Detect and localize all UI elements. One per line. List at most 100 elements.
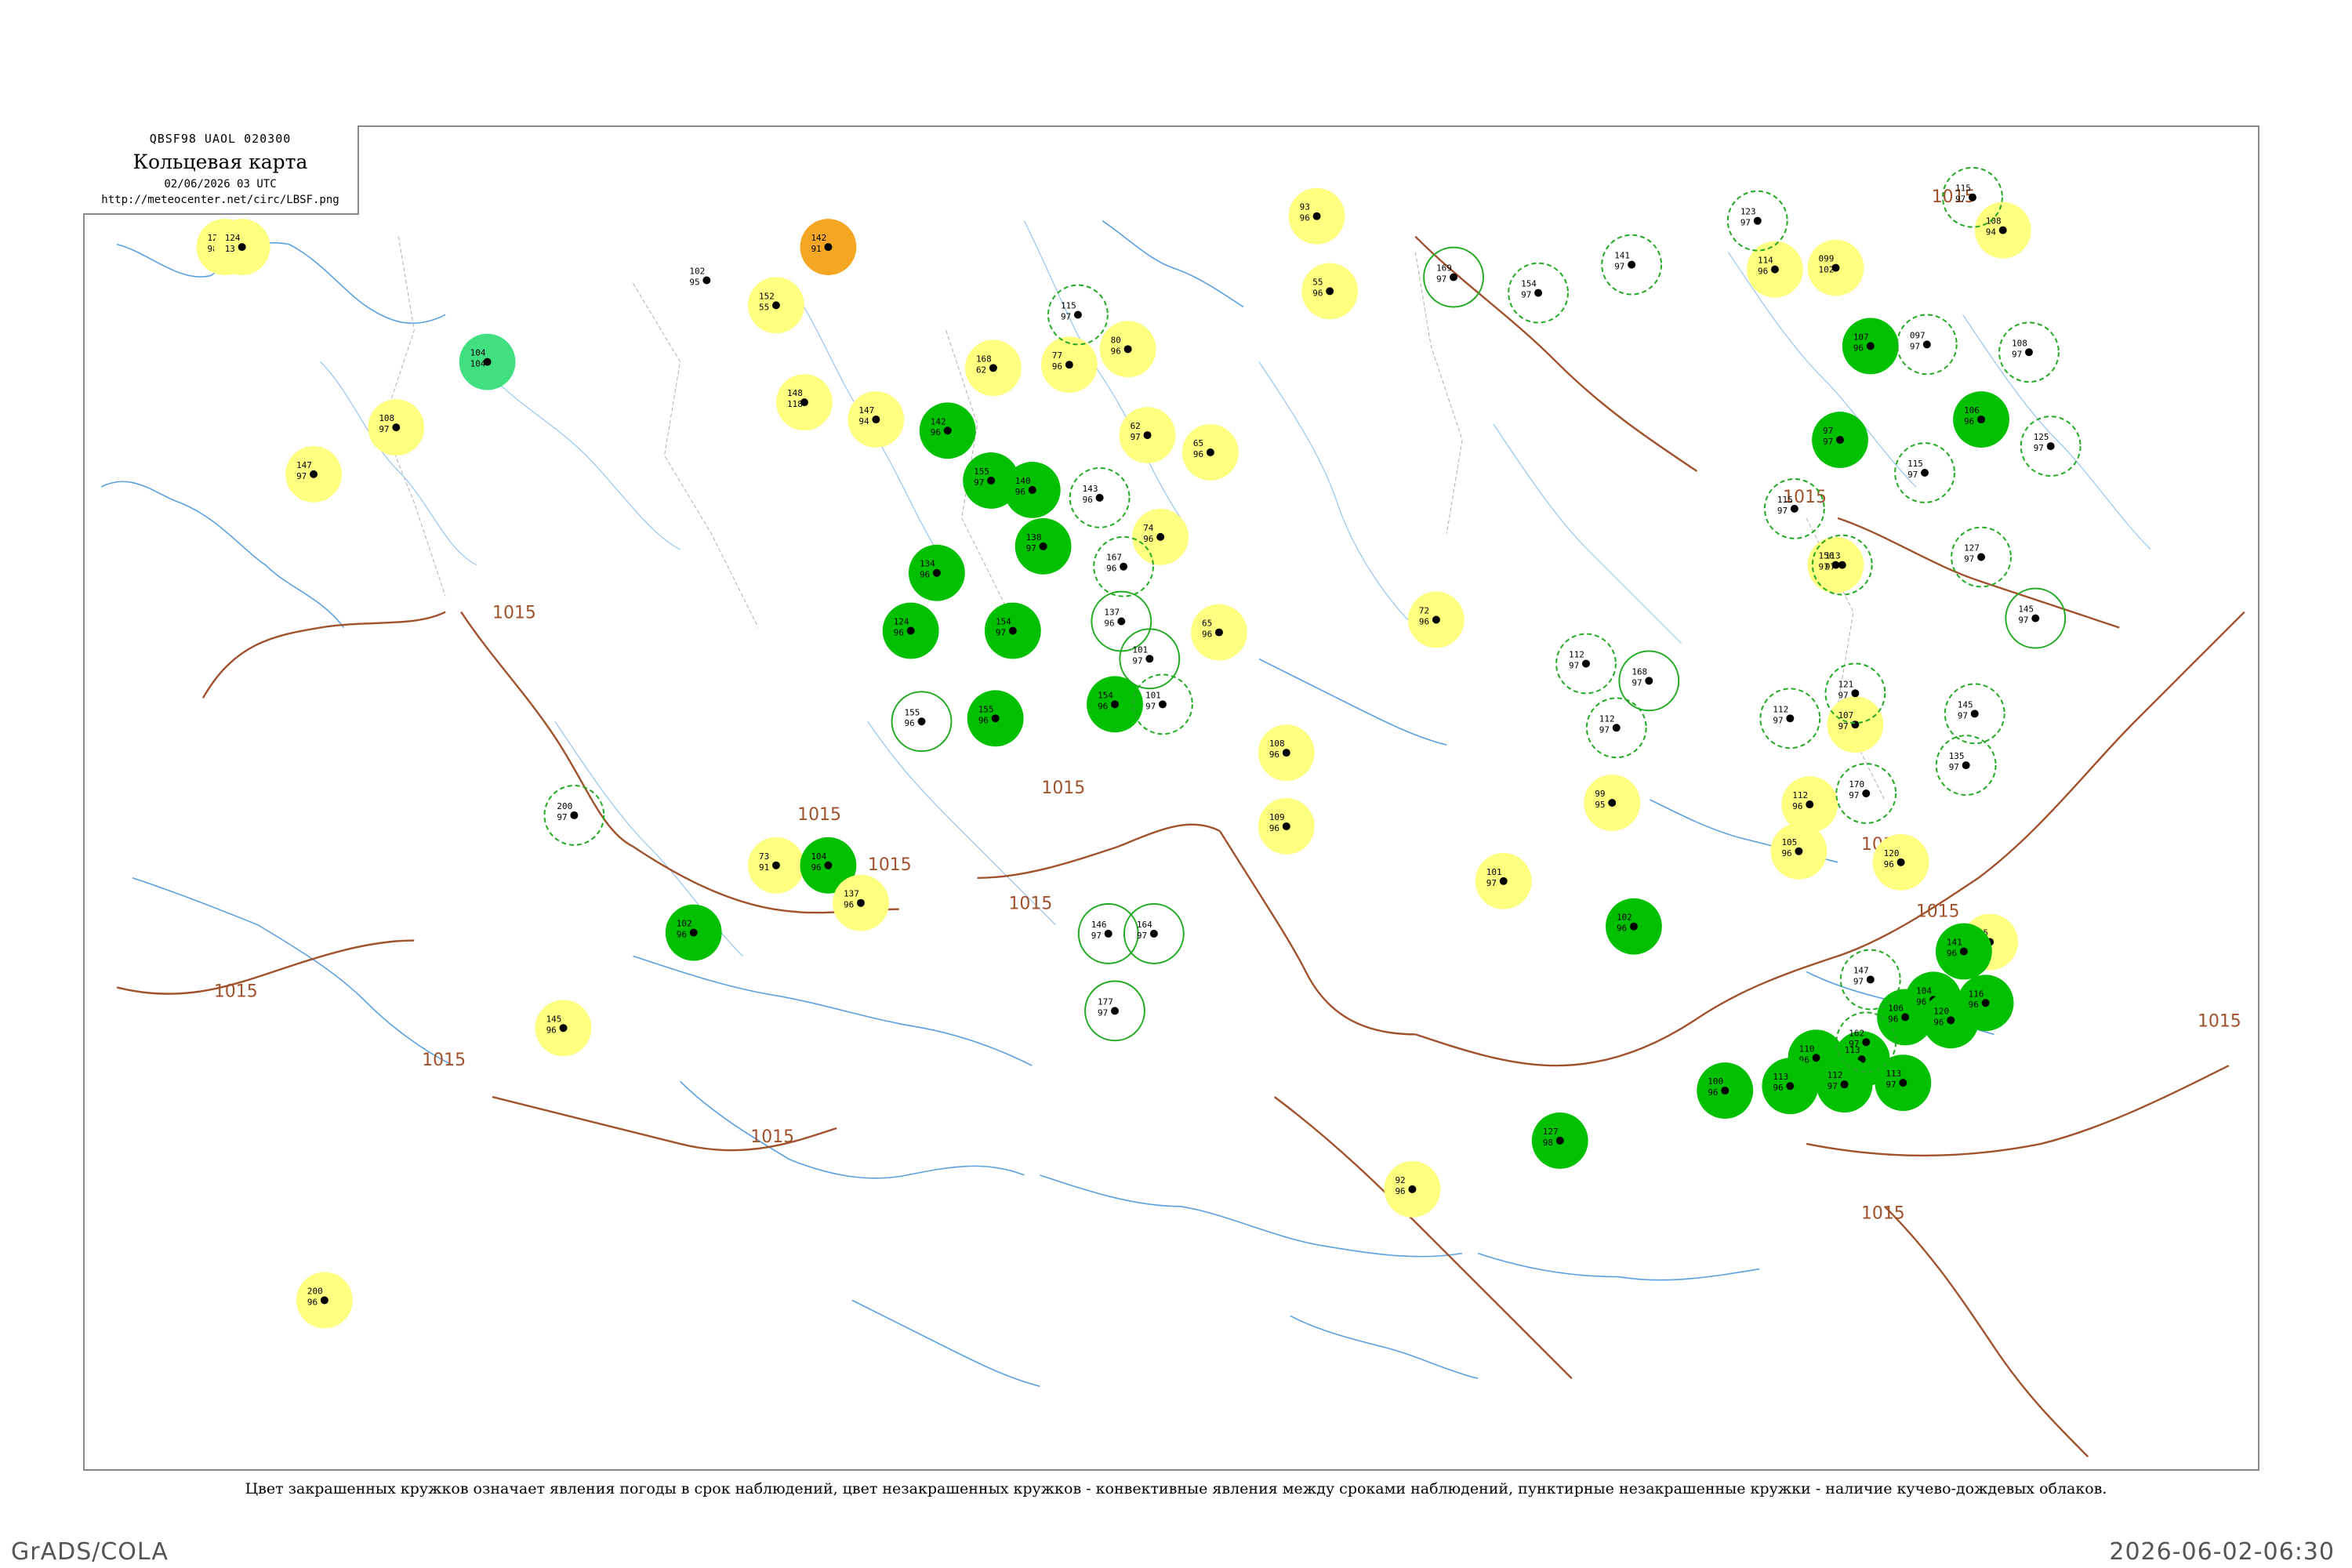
station-ring: 7496 bbox=[1132, 508, 1189, 565]
station-dot bbox=[1326, 287, 1334, 296]
station-value: 167 bbox=[1106, 553, 1122, 563]
station-dot bbox=[702, 276, 711, 285]
station-value: 97 bbox=[1061, 311, 1071, 321]
station-value: 164 bbox=[1137, 920, 1152, 930]
station-value: 96 bbox=[1143, 534, 1153, 544]
station-ring: 17797 bbox=[1084, 980, 1145, 1042]
station-value: 155 bbox=[978, 704, 994, 714]
station-value: 97 bbox=[1026, 543, 1036, 554]
station-value: 135 bbox=[1949, 751, 1965, 761]
station-value: 123 bbox=[1740, 207, 1756, 217]
station-value: 97 bbox=[1436, 274, 1446, 285]
station-ring: 15497 bbox=[1508, 262, 1569, 324]
station-ring: 5596 bbox=[1301, 263, 1359, 320]
station-dot bbox=[1862, 1038, 1871, 1047]
station-dot bbox=[1408, 1185, 1417, 1193]
station-value: 92 bbox=[1395, 1175, 1405, 1185]
station-value: 62 bbox=[1131, 421, 1141, 431]
station-value: 102 bbox=[689, 267, 705, 277]
station-dot bbox=[1432, 615, 1440, 624]
station-value: 99 bbox=[1595, 789, 1605, 799]
station-ring: 10296 bbox=[1605, 898, 1662, 955]
station-value: 127 bbox=[1543, 1127, 1559, 1137]
station-dot bbox=[1851, 689, 1860, 698]
station-ring: 17097 bbox=[1835, 763, 1897, 824]
station-ring: 11297 bbox=[1816, 1056, 1873, 1113]
station-value: 147 bbox=[1853, 965, 1869, 975]
isobar-label: 1015 bbox=[1008, 895, 1052, 914]
station-ring: 10197 bbox=[1475, 852, 1532, 909]
station-value: 145 bbox=[1958, 699, 1973, 710]
station-value: 113 bbox=[1825, 551, 1841, 561]
legend-caption: Цвет закрашенных кружков означает явлени… bbox=[245, 1480, 2107, 1497]
station-value: 145 bbox=[546, 1014, 562, 1024]
station-ring: 6596 bbox=[1181, 424, 1239, 481]
station-dot bbox=[1962, 761, 1970, 770]
station-ring: 14597 bbox=[2005, 587, 2067, 649]
station-ring: 10696 bbox=[1953, 391, 2009, 448]
station-ring: 9797 bbox=[1812, 412, 1868, 468]
station-value: 113 bbox=[1886, 1069, 1901, 1079]
station-ring: 13796 bbox=[1091, 590, 1152, 652]
station-dot bbox=[1786, 714, 1795, 723]
station-value: 104 bbox=[811, 851, 826, 862]
station-ring: 13597 bbox=[1935, 735, 1997, 796]
station-dot bbox=[1111, 700, 1119, 709]
station-ring: 14197 bbox=[1601, 234, 1663, 296]
station-dot bbox=[1629, 922, 1638, 931]
bulletin-code: QBSF98 UAOL 020300 bbox=[149, 132, 292, 146]
station-value: 97 bbox=[1853, 976, 1864, 986]
station-dot bbox=[1786, 1082, 1795, 1091]
station-value: 97 bbox=[1137, 931, 1147, 941]
station-value: 121 bbox=[1838, 679, 1853, 689]
station-value: 97 bbox=[1632, 677, 1642, 688]
station-value: 155 bbox=[905, 707, 920, 717]
station-value: 108 bbox=[2012, 338, 2027, 348]
station-value: 96 bbox=[905, 718, 915, 728]
station-dot bbox=[2024, 348, 2033, 357]
station-dot bbox=[771, 861, 780, 869]
station-value: 115 bbox=[1907, 459, 1923, 469]
station-value: 74 bbox=[1143, 523, 1154, 533]
station-value: 13 bbox=[225, 244, 235, 254]
station-dot bbox=[932, 568, 941, 577]
station-value: 97 bbox=[1838, 690, 1848, 700]
station-value: 116 bbox=[1969, 989, 1984, 999]
station-value: 100 bbox=[1708, 1076, 1723, 1087]
station-ring: 09797 bbox=[1896, 314, 1958, 376]
station-value: 96 bbox=[546, 1025, 557, 1035]
station-value: 137 bbox=[844, 889, 859, 899]
station-value: 143 bbox=[1083, 484, 1098, 494]
station-value: 109 bbox=[1269, 812, 1285, 822]
station-value: 127 bbox=[1964, 543, 1980, 554]
station-value: 96 bbox=[1106, 564, 1116, 574]
station-value: 97 bbox=[1823, 437, 1833, 447]
station-dot bbox=[1145, 655, 1154, 663]
station-ring: 10797 bbox=[1827, 696, 1884, 753]
station-value: 124 bbox=[894, 617, 909, 627]
observation-date: 02/06/2026 03 UTC bbox=[164, 178, 277, 191]
source-link[interactable]: http://meteocenter.net/circ/LBSF.png bbox=[83, 194, 358, 206]
station-value: 96 bbox=[1947, 948, 1957, 958]
station-value: 106 bbox=[1964, 405, 1980, 416]
station-value: 96 bbox=[1104, 619, 1114, 629]
station-value: 101 bbox=[1132, 644, 1148, 655]
station-ring: 10897 bbox=[368, 399, 425, 456]
station-value: 115 bbox=[1955, 183, 1971, 194]
station-dot bbox=[1753, 216, 1762, 225]
station-ring: 11296 bbox=[1781, 776, 1838, 833]
station-value: 120 bbox=[1933, 1006, 1949, 1016]
station-value: 65 bbox=[1193, 438, 1203, 448]
station-dot bbox=[1282, 822, 1290, 830]
station-dot bbox=[2046, 442, 2055, 451]
station-dot bbox=[771, 301, 780, 310]
station-ring: 14196 bbox=[1935, 923, 1992, 980]
station-ring: 15697 bbox=[1807, 536, 1864, 593]
station-value: 97 bbox=[1849, 790, 1859, 800]
station-ring: 13796 bbox=[833, 874, 889, 931]
station-value: 97 bbox=[996, 627, 1006, 637]
station-dot bbox=[1899, 1079, 1907, 1087]
station-dot bbox=[1143, 431, 1152, 440]
station-dot bbox=[1862, 789, 1871, 797]
station-dot bbox=[1206, 448, 1214, 456]
